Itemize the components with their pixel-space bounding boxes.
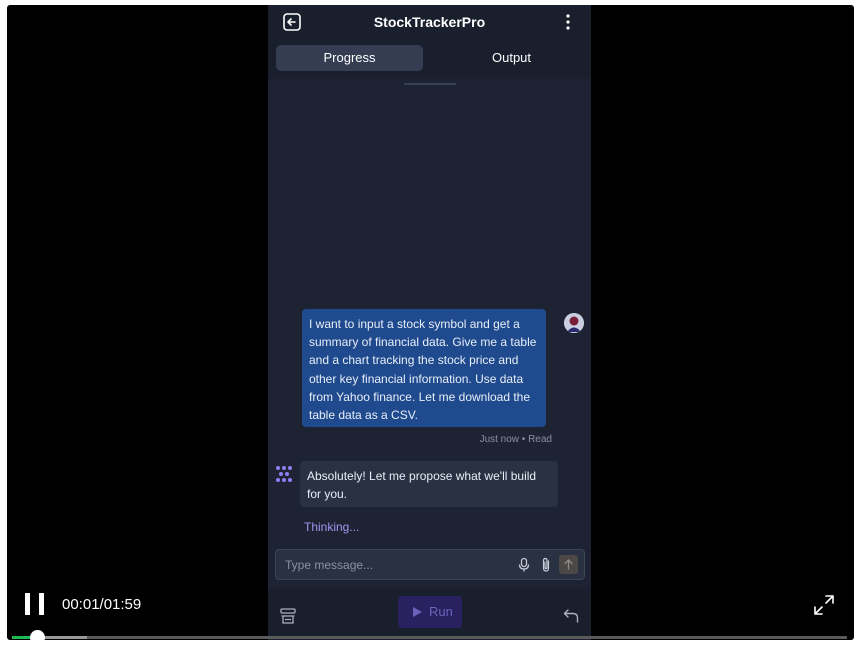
thinking-status: Thinking... xyxy=(304,520,360,534)
tab-progress[interactable]: Progress xyxy=(276,45,423,71)
paperclip-icon[interactable] xyxy=(538,557,554,573)
send-arrow-icon xyxy=(564,559,573,570)
playback-time: 00:01/01:59 xyxy=(62,596,142,613)
tab-bar: Progress Output xyxy=(268,39,591,79)
send-button[interactable] xyxy=(559,555,578,574)
pages-icon[interactable] xyxy=(279,607,297,625)
user-avatar xyxy=(564,313,584,333)
bottom-toolbar: Run xyxy=(268,588,591,640)
message-meta: Just now • Read xyxy=(479,434,552,445)
assistant-logo-icon xyxy=(276,466,292,482)
tab-output[interactable]: Output xyxy=(438,45,585,71)
undo-icon[interactable] xyxy=(562,607,580,625)
drag-handle[interactable] xyxy=(404,83,456,85)
kebab-menu-icon[interactable] xyxy=(558,12,578,32)
seek-bar[interactable] xyxy=(12,630,847,640)
message-input[interactable] xyxy=(285,556,495,574)
run-label: Run xyxy=(429,604,453,619)
fullscreen-icon[interactable] xyxy=(813,594,835,616)
play-icon xyxy=(413,607,422,617)
pause-icon[interactable] xyxy=(25,593,45,615)
assistant-message: Absolutely! Let me propose what we'll bu… xyxy=(300,461,558,507)
mic-icon[interactable] xyxy=(516,557,532,573)
app-screen: StockTrackerPro Progress Output I want t… xyxy=(268,5,591,640)
run-button[interactable]: Run xyxy=(398,596,462,628)
user-message: I want to input a stock symbol and get a… xyxy=(302,309,546,427)
message-composer xyxy=(275,549,585,580)
video-player[interactable]: StockTrackerPro Progress Output I want t… xyxy=(7,5,854,640)
app-title: StockTrackerPro xyxy=(373,14,486,30)
app-header: StockTrackerPro xyxy=(268,5,591,39)
seek-handle[interactable] xyxy=(30,630,46,640)
